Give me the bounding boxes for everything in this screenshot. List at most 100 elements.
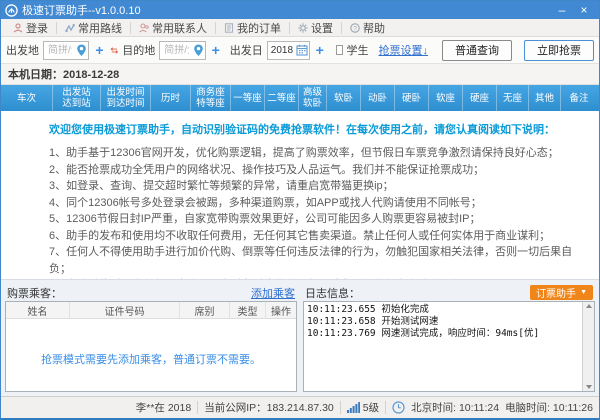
to-field-wrap: [159, 40, 206, 60]
notice-item: 3、如登录、查询、提交超时繁忙等频繁的异常，请重启宽带猫更换ip；: [49, 180, 394, 192]
window-title: 极速订票助手--v1.0.0.10: [22, 5, 141, 17]
orders-button[interactable]: 我的订单: [216, 19, 289, 36]
add-date-button[interactable]: +: [314, 43, 326, 57]
scroll-down-icon[interactable]: [585, 385, 592, 389]
passengers-table: 姓名 证件号码 席别 类型 操作 抢票模式需要先添加乘客，普通订票不需要。: [5, 301, 297, 392]
local-date-text: 本机日期：2018-12-28: [8, 69, 120, 81]
to-label: 目的地: [122, 45, 156, 57]
statusbar-separator: [385, 401, 387, 414]
from-field-wrap: [43, 40, 90, 60]
notice-panel: 欢迎您使用极速订票助手，自动识别验证码的免费抢票软件！在每次使用之前，请您认真阅…: [1, 111, 599, 279]
settings-button[interactable]: 设置: [290, 19, 341, 36]
app-window: 极速订票助手--v1.0.0.10 – × 登录 常用路线 常用联系人 我的订单…: [0, 0, 600, 420]
local-date-row: 本机日期：2018-12-28: [1, 64, 599, 85]
notice-item: 1、助手基于12306官网开发，优化购票逻辑，提高了购票效率，但节假日车票竞争激…: [49, 147, 559, 159]
col-train-no[interactable]: 车次: [1, 85, 53, 111]
location-pin-icon[interactable]: [76, 44, 87, 57]
contacts-label: 常用联系人: [152, 22, 207, 35]
location-pin-icon[interactable]: [193, 44, 204, 57]
passengers-empty-hint: 抢票模式需要先添加乘客，普通订票不需要。: [41, 354, 261, 366]
grab-settings-link[interactable]: 抢票设置↓: [379, 42, 429, 58]
col-emu-sleeper[interactable]: 动卧: [361, 85, 395, 111]
notice-item: 2、能否抢票成功全凭用户的网络状况、操作技巧及人品运气。我们并不能保证抢票成功；: [49, 163, 485, 176]
notice-item: 5、12306节假日封IP严重，自家宽带购票效果更好，公司可能因多人购票更容易被…: [49, 213, 481, 225]
col-seat-type: 席别: [180, 302, 230, 318]
statusbar-separator: [339, 401, 341, 414]
log-output[interactable]: 10:11:23.655 初始化完成 10:11:23.658 开始测试网速 1…: [304, 302, 582, 391]
log-scrollbar[interactable]: [582, 302, 594, 391]
col-remarks[interactable]: 备注: [561, 85, 597, 111]
date-field-wrap: [266, 40, 310, 60]
statusbar-separator: [197, 401, 199, 414]
clock-icon: [392, 401, 405, 414]
svg-text:?: ?: [353, 25, 357, 32]
notice-item: 7、任何人不得使用助手进行加价代购、倒票等任何违反法律的行为，勿触犯国家相关法律…: [49, 246, 573, 275]
orders-label: 我的订单: [237, 22, 281, 35]
assistant-mode-button[interactable]: 订票助手 ▼: [530, 285, 593, 300]
col-action: 操作: [271, 306, 291, 318]
col-first-class[interactable]: 一等座: [231, 85, 265, 111]
contacts-button[interactable]: 常用联系人: [131, 19, 215, 36]
col-id-number: 证件号码: [70, 302, 180, 318]
login-button[interactable]: 登录: [5, 19, 56, 36]
scroll-up-icon[interactable]: [585, 304, 592, 308]
student-label: 学生: [346, 45, 369, 57]
normal-query-button[interactable]: 普通查询: [442, 39, 512, 61]
route-icon: [65, 23, 75, 32]
col-hard-seat[interactable]: 硬座: [463, 85, 497, 111]
log-line: 10:11:23.655 初始化完成: [307, 304, 429, 315]
col-business-seat[interactable]: 商务座 特等座: [191, 85, 231, 111]
col-times[interactable]: 出发时间 到达时间: [101, 85, 151, 111]
help-button[interactable]: ? 帮助: [342, 19, 393, 36]
passengers-panel-head: 购票乘客： 添加乘客: [5, 284, 297, 301]
close-button[interactable]: ×: [573, 1, 595, 19]
passengers-table-header: 姓名 证件号码 席别 类型 操作: [6, 302, 296, 319]
col-second-class[interactable]: 二等座: [265, 85, 299, 111]
assistant-mode-label: 订票助手: [536, 289, 577, 300]
computer-time: 电脑时间: 10:11:26: [505, 402, 593, 414]
col-no-seat[interactable]: 无座: [497, 85, 529, 111]
contacts-icon: [139, 22, 149, 32]
routes-button[interactable]: 常用路线: [57, 19, 130, 36]
student-checkbox[interactable]: [335, 45, 343, 55]
notice-item: 6、助手的发布和使用均不收取任何费用，无任何其它售卖渠道。禁止任何人或任何实体用…: [49, 229, 551, 242]
col-name: 姓名: [6, 302, 70, 318]
help-label: 帮助: [363, 22, 385, 35]
passengers-title: 购票乘客：: [7, 287, 62, 300]
login-label: 登录: [26, 22, 48, 35]
title-bar: 极速订票助手--v1.0.0.10 – ×: [1, 1, 599, 19]
minimize-button[interactable]: –: [551, 1, 573, 19]
col-soft-seat[interactable]: 软座: [429, 85, 463, 111]
col-deluxe-sleeper[interactable]: 高级 软卧: [299, 85, 327, 111]
col-hard-sleeper[interactable]: 硬卧: [395, 85, 429, 111]
status-bar: 李**在 2018 当前公网IP：183.214.87.30 5级 北京时间: …: [1, 396, 599, 418]
add-from-button[interactable]: +: [93, 43, 105, 57]
routes-label: 常用路线: [78, 22, 122, 35]
grab-now-button[interactable]: 立即抢票: [524, 39, 594, 61]
notice-item: 4、同个12306帐号多处登录会被踢，多种渠道购票，如APP或找人代购请使用不同…: [49, 196, 482, 209]
calendar-icon[interactable]: [296, 44, 308, 56]
log-title: 日志信息：: [305, 287, 360, 300]
log-line: 10:11:23.658 开始测试网速: [307, 316, 439, 327]
add-passenger-link[interactable]: 添加乘客: [251, 285, 295, 301]
passengers-panel: 购票乘客： 添加乘客 姓名 证件号码 席别 类型 操作 抢票模式需要先添加乘客，…: [5, 284, 297, 392]
col-stations[interactable]: 出发站 达到站: [53, 85, 101, 111]
col-duration[interactable]: 历时: [151, 85, 191, 111]
col-soft-sleeper[interactable]: 软卧: [327, 85, 361, 111]
col-type: 类型: [230, 302, 266, 318]
from-label: 出发地: [6, 45, 39, 57]
welcome-text: 欢迎您使用极速订票助手，自动识别验证码的免费抢票软件！在每次使用之前，请您认真阅…: [49, 124, 555, 136]
beijing-time: 北京时间: 10:11:24: [411, 402, 500, 414]
help-icon: ?: [350, 22, 360, 33]
gear-icon: [298, 22, 308, 33]
orders-icon: [224, 22, 234, 33]
signal-bars-icon: [346, 402, 360, 413]
col-other[interactable]: 其他: [529, 85, 561, 111]
swap-stations-icon[interactable]: [110, 45, 119, 56]
query-bar: 出发地 + 目的地 + 出发日 + 学生 抢票设置↓ 普通查询 立即抢票: [1, 37, 599, 64]
network-level-label: 5级: [362, 402, 380, 414]
log-line: 10:11:23.769 网速测试完成，响应时间：94ms[优]: [307, 328, 540, 339]
public-ip: 当前公网IP：183.214.87.30: [204, 402, 334, 414]
user-icon: [13, 22, 23, 32]
add-to-button[interactable]: +: [210, 43, 222, 57]
